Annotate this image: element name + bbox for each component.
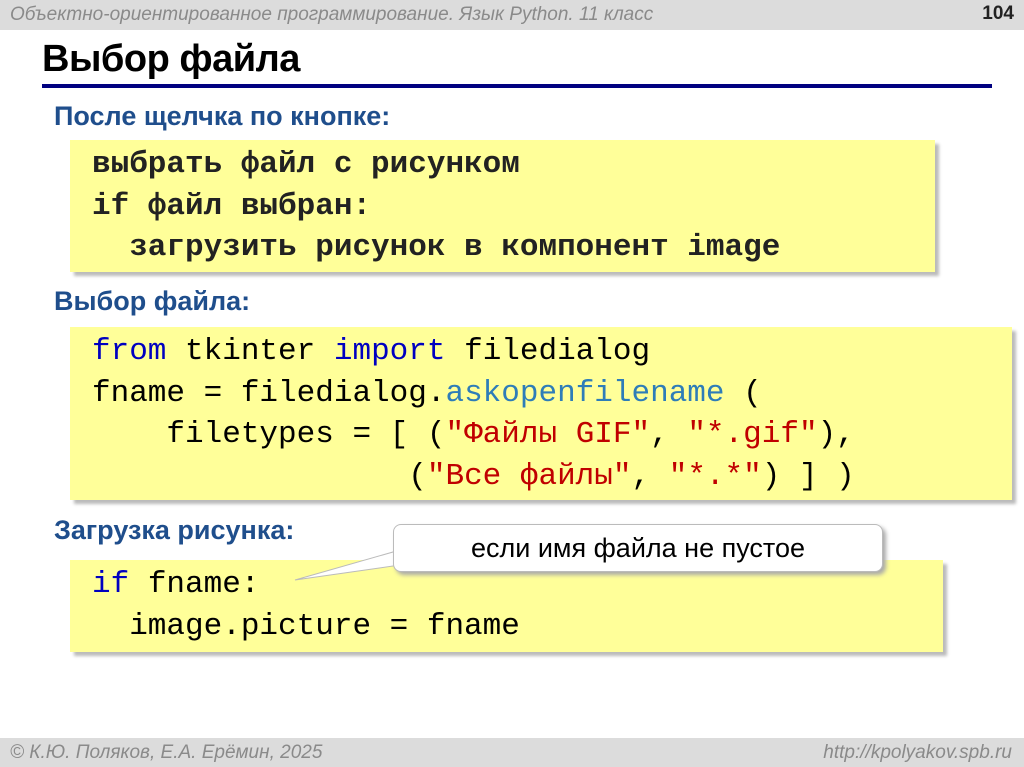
keyword: from — [92, 334, 167, 369]
section-heading-3: Загрузка рисунка: — [54, 515, 295, 545]
header-bar: Объектно-ориентированное программировани… — [0, 0, 1024, 30]
code-text: image.picture = fname — [92, 608, 520, 644]
code-text: , — [631, 458, 669, 494]
title-divider — [42, 84, 992, 88]
code-line: if файл выбран: — [92, 188, 372, 224]
string-literal: "Файлы GIF" — [445, 417, 651, 452]
copyright: © К.Ю. Поляков, Е.А. Ерёмин, 2025 — [10, 742, 323, 763]
code-line: выбрать файл с рисунком — [92, 147, 520, 182]
string-literal: "Все файлы" — [426, 458, 632, 494]
code-text: filedialog — [445, 334, 651, 369]
keyword: if — [92, 567, 130, 602]
code-text: ( — [724, 375, 762, 411]
section-heading-2: Выбор файла: — [54, 286, 251, 316]
function-name: askopenfilename — [445, 375, 725, 411]
string-literal: "*.gif" — [687, 417, 818, 452]
code-text: ) ] ) — [761, 458, 855, 494]
code-line: загрузить рисунок в компонент image — [92, 230, 781, 265]
footer-bar: © К.Ю. Поляков, Е.А. Ерёмин, 2025 http:/… — [0, 738, 1024, 767]
code-text: tkinter — [166, 334, 334, 369]
pseudocode-block: выбрать файл с рисунком if файл выбран: … — [70, 140, 935, 272]
code-text: fname = filedialog. — [92, 375, 446, 411]
code-text: fname: — [129, 567, 260, 602]
code-text: filetypes = [ ( — [92, 417, 446, 452]
course-title: Объектно-ориентированное программировани… — [10, 4, 654, 25]
load-image-code-block: if fname: image.picture = fname — [70, 560, 943, 652]
section-heading-1: После щелчка по кнопке: — [54, 101, 391, 131]
code-text: ), — [817, 417, 855, 452]
file-dialog-code-block: from tkinter import filedialog fname = f… — [70, 327, 1012, 500]
page-number: 104 — [982, 3, 1014, 24]
slide-title: Выбор файла — [42, 38, 300, 80]
code-text: , — [650, 417, 688, 452]
callout-note: если имя файла не пустое — [393, 524, 883, 572]
site-link[interactable]: http://kpolyakov.spb.ru — [823, 742, 1012, 764]
keyword: import — [333, 334, 446, 369]
code-text: ( — [92, 458, 427, 494]
string-literal: "*.*" — [668, 458, 762, 494]
